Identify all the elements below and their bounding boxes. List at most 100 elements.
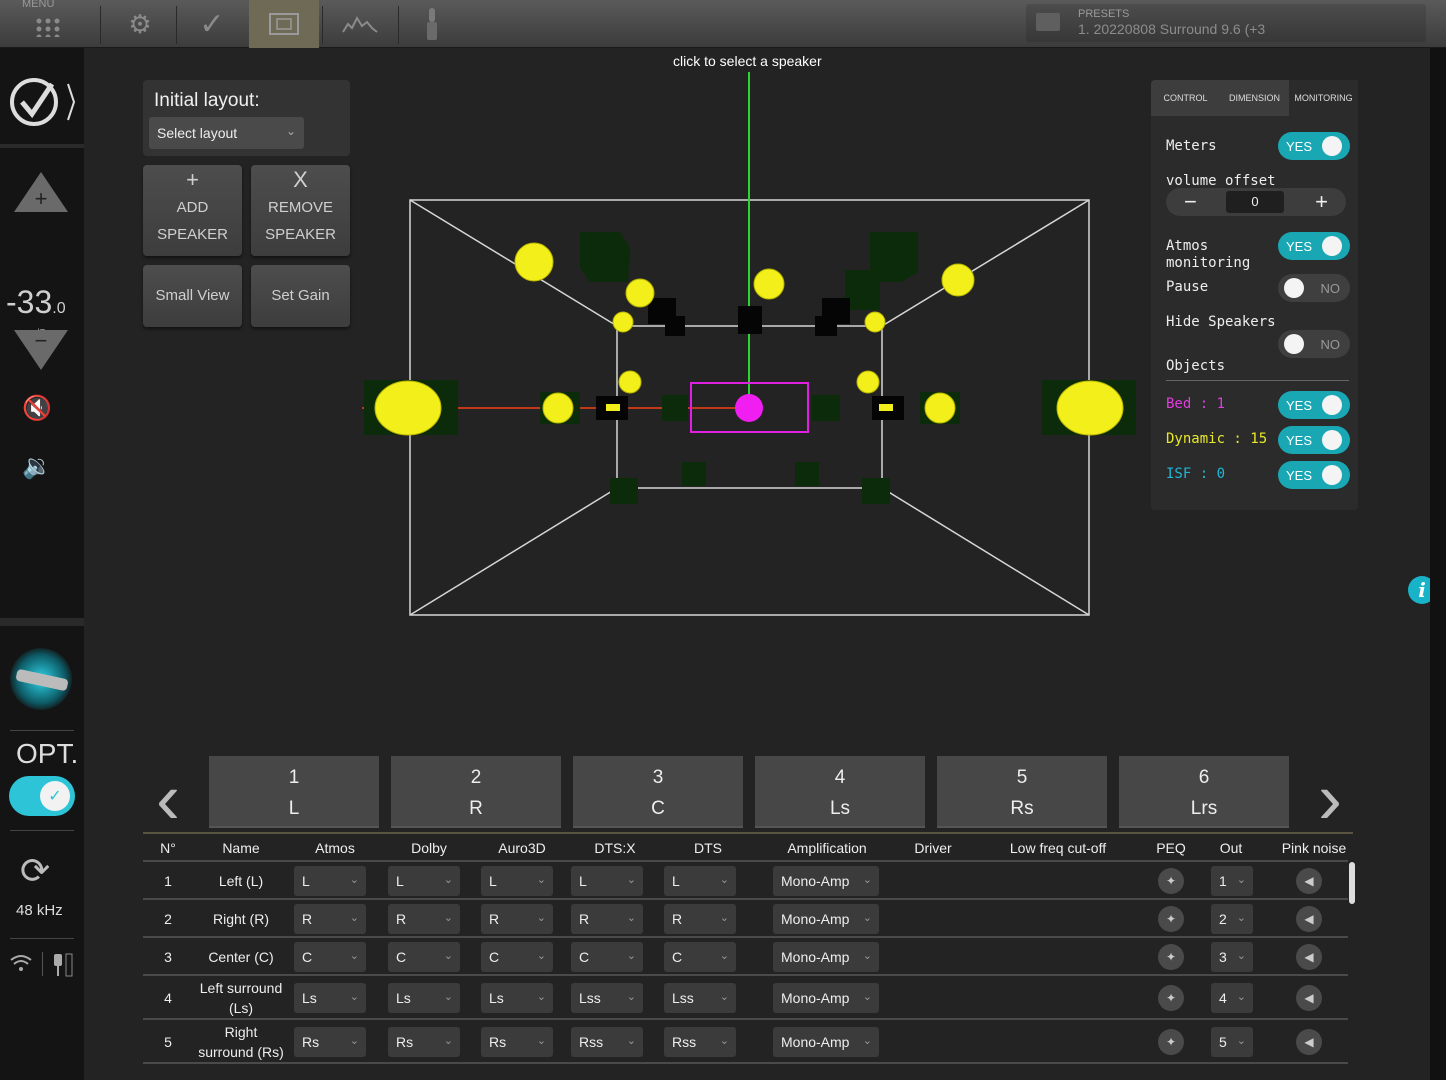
dts-select[interactable]: Lss ⌄ xyxy=(664,983,736,1013)
atmos-select[interactable]: Ls ⌄ xyxy=(294,983,366,1013)
wifi-icon[interactable] xyxy=(10,954,32,977)
dtsx-select[interactable]: R ⌄ xyxy=(571,904,643,934)
dynamic-toggle[interactable]: YES xyxy=(1278,426,1350,454)
peq-eq-icon[interactable]: ✦ xyxy=(1158,868,1184,894)
amplification-select[interactable]: Mono-Amp ⌄ xyxy=(773,1027,879,1057)
chevron-down-icon: ⌄ xyxy=(1236,1035,1246,1047)
minus-button[interactable]: − xyxy=(1184,189,1197,215)
dtsx-select[interactable]: L ⌄ xyxy=(571,866,643,896)
chevron-down-icon: ⌄ xyxy=(626,950,636,962)
pink-noise-speaker-icon[interactable]: ◀ xyxy=(1296,944,1322,970)
dts-select[interactable]: C ⌄ xyxy=(664,942,736,972)
amplification-select[interactable]: Mono-Amp ⌄ xyxy=(773,983,879,1013)
pause-toggle[interactable]: NO xyxy=(1278,274,1350,302)
pink-noise-speaker-icon[interactable]: ◀ xyxy=(1296,868,1322,894)
pink-noise-speaker-icon[interactable]: ◀ xyxy=(1296,1029,1322,1055)
table-row[interactable]: 5 Right surround (Rs) Rs ⌄ Rs ⌄ Rs ⌄ Rss ⌄ Rss ⌄ Mono… xyxy=(143,1020,1348,1064)
chevron-down-icon: ⌄ xyxy=(626,912,636,924)
out-select[interactable]: 2 ⌄ xyxy=(1211,904,1253,934)
pink-noise-speaker-icon[interactable]: ◀ xyxy=(1296,906,1322,932)
table-row[interactable]: 1 Left (L) L ⌄ L ⌄ L ⌄ L ⌄ L ⌄ Mono-Amp ⌄ ✦ 1 ⌄ ◀ xyxy=(143,862,1348,900)
power-plug-icon[interactable] xyxy=(52,952,74,983)
atmos-value: C xyxy=(302,949,313,965)
toggle-knob xyxy=(1322,136,1342,156)
speaker-tab[interactable]: 4 Ls xyxy=(755,756,925,828)
auro-value: Rs xyxy=(489,1034,507,1050)
peq-eq-icon[interactable]: ✦ xyxy=(1158,1029,1184,1055)
bed-toggle[interactable]: YES xyxy=(1278,391,1350,419)
table-row[interactable]: 2 Right (R) R ⌄ R ⌄ R ⌄ R ⌄ R ⌄ Mono-Amp ⌄ ✦ 2 ⌄ ◀ xyxy=(143,900,1348,938)
amplification-select[interactable]: Mono-Amp ⌄ xyxy=(773,866,879,896)
toggle-knob xyxy=(1322,236,1342,256)
auro-value: L xyxy=(489,873,497,889)
out-select[interactable]: 5 ⌄ xyxy=(1211,1027,1253,1057)
out-select[interactable]: 3 ⌄ xyxy=(1211,942,1253,972)
chevron-down-icon: ⌄ xyxy=(536,950,546,962)
dts-select[interactable]: R ⌄ xyxy=(664,904,736,934)
auro-select[interactable]: L ⌄ xyxy=(481,866,553,896)
input-source-toggle[interactable]: ✓ xyxy=(9,776,75,816)
peq-eq-icon[interactable]: ✦ xyxy=(1158,906,1184,932)
hide-speakers-toggle-text: NO xyxy=(1320,337,1341,352)
dtsx-value: Lss xyxy=(579,990,601,1006)
tab-dimension[interactable]: DIMENSION xyxy=(1220,80,1289,116)
atmos-select[interactable]: Rs ⌄ xyxy=(294,1027,366,1057)
dolby-select[interactable]: Ls ⌄ xyxy=(388,983,460,1013)
monitoring-panel: CONTROL DIMENSION MONITORING Meters YES … xyxy=(1151,80,1358,510)
amplification-select[interactable]: Mono-Amp ⌄ xyxy=(773,942,879,972)
speaker-tab[interactable]: 6 Lrs xyxy=(1119,756,1289,828)
chevron-down-icon: ⌄ xyxy=(349,991,359,1003)
auro-value: R xyxy=(489,911,500,927)
out-select[interactable]: 1 ⌄ xyxy=(1211,866,1253,896)
dts-select[interactable]: L ⌄ xyxy=(664,866,736,896)
speaker-tab[interactable]: 5 Rs xyxy=(937,756,1107,828)
table-row[interactable]: 3 Center (C) C ⌄ C ⌄ C ⌄ C ⌄ C ⌄ Mono-Amp ⌄ ✦ 3 ⌄ ◀ xyxy=(143,938,1348,976)
amplification-select[interactable]: Mono-Amp ⌄ xyxy=(773,904,879,934)
out-select[interactable]: 4 ⌄ xyxy=(1211,983,1253,1013)
tab-monitoring[interactable]: MONITORING xyxy=(1289,80,1358,116)
pink-noise-speaker-icon[interactable]: ◀ xyxy=(1296,985,1322,1011)
dolby-select[interactable]: Rs ⌄ xyxy=(388,1027,460,1057)
tab-control[interactable]: CONTROL xyxy=(1151,80,1220,116)
chevron-right-icon[interactable]: › xyxy=(1318,758,1342,840)
auro-select[interactable]: R ⌄ xyxy=(481,904,553,934)
table-row[interactable]: 4 Left surround (Ls) Ls ⌄ Ls ⌄ Ls ⌄ Lss ⌄ Lss ⌄ Mono-… xyxy=(143,976,1348,1020)
dtsx-select[interactable]: Lss ⌄ xyxy=(571,983,643,1013)
table-scrollbar[interactable] xyxy=(1349,862,1355,904)
divider xyxy=(10,830,74,831)
speaker-tab[interactable]: 3C xyxy=(573,756,743,828)
plus-button[interactable]: + xyxy=(1315,189,1328,215)
dtsx-select[interactable]: C ⌄ xyxy=(571,942,643,972)
dolby-select[interactable]: L ⌄ xyxy=(388,866,460,896)
volume-offset-value[interactable]: 0 xyxy=(1226,191,1284,213)
atmos-monitoring-label-2: monitoring xyxy=(1166,255,1251,271)
meters-toggle-text: YES xyxy=(1286,139,1313,154)
atmos-select[interactable]: L ⌄ xyxy=(294,866,366,896)
header-number: N° xyxy=(160,840,176,856)
peq-eq-icon[interactable]: ✦ xyxy=(1158,985,1184,1011)
auro-select[interactable]: C ⌄ xyxy=(481,942,553,972)
chevron-down-icon: ⌄ xyxy=(719,1035,729,1047)
dts-select[interactable]: Rss ⌄ xyxy=(664,1027,736,1057)
row-name-line-1: Right xyxy=(224,1024,258,1040)
speaker-tab-code: R xyxy=(469,798,483,819)
speaker-tab[interactable]: 2R xyxy=(391,756,561,828)
atmos-select[interactable]: R ⌄ xyxy=(294,904,366,934)
dolby-select[interactable]: C ⌄ xyxy=(388,942,460,972)
peq-eq-icon[interactable]: ✦ xyxy=(1158,944,1184,970)
atmos-monitoring-toggle[interactable]: YES xyxy=(1278,232,1350,260)
dolby-select[interactable]: R ⌄ xyxy=(388,904,460,934)
atmos-select[interactable]: C ⌄ xyxy=(294,942,366,972)
isf-toggle[interactable]: YES xyxy=(1278,461,1350,489)
speaker-tab[interactable]: 1L xyxy=(209,756,379,828)
auro-select[interactable]: Ls ⌄ xyxy=(481,983,553,1013)
speaker-sphere xyxy=(374,380,442,436)
meters-toggle[interactable]: YES xyxy=(1278,132,1350,160)
row-number: 3 xyxy=(164,949,172,965)
dtsx-select[interactable]: Rss ⌄ xyxy=(571,1027,643,1057)
speaker-sphere xyxy=(625,278,655,308)
hide-speakers-toggle[interactable]: NO xyxy=(1278,330,1350,358)
chevron-left-icon[interactable]: ‹ xyxy=(156,758,180,840)
chevron-down-icon: ⌄ xyxy=(443,950,453,962)
auro-select[interactable]: Rs ⌄ xyxy=(481,1027,553,1057)
